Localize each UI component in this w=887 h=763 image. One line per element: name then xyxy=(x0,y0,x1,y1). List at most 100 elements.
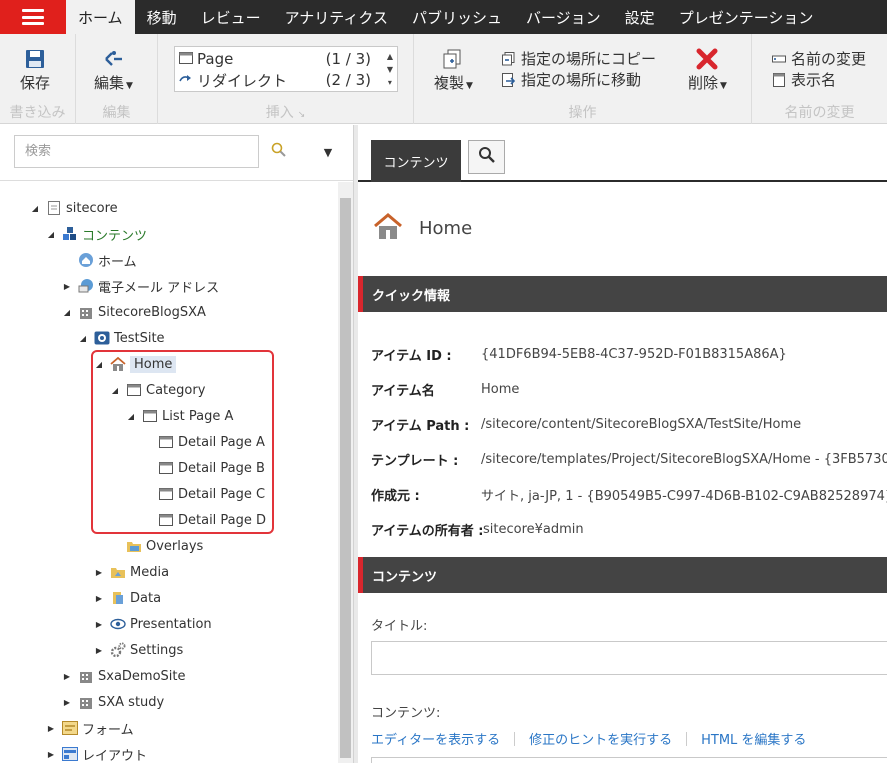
info-row-template: テンプレート : /sitecore/templates/Project/Sit… xyxy=(371,451,887,469)
tab-home[interactable]: ホーム xyxy=(66,0,135,34)
display-name-button[interactable]: 表示名 xyxy=(770,69,836,90)
duplicate-icon xyxy=(442,46,464,72)
quick-info-section-header[interactable]: クイック情報 xyxy=(358,276,887,312)
collapse-toggle[interactable]: ◢ xyxy=(62,308,72,317)
collapse-toggle[interactable]: ◢ xyxy=(94,360,104,369)
delete-x-icon xyxy=(696,46,718,72)
tree-scrollbar-thumb[interactable] xyxy=(340,198,351,758)
title-field-label: タイトル: xyxy=(371,619,428,634)
search-options-dropdown[interactable]: ▼ xyxy=(318,143,338,161)
collapse-toggle[interactable]: ◢ xyxy=(78,334,88,343)
page-icon xyxy=(158,460,174,476)
rename-button[interactable]: 名前の変更 xyxy=(770,48,866,69)
tree-node-sitecoreblogsxa[interactable]: ◢ SitecoreBlogSXA xyxy=(62,302,206,322)
sitecore-item-icon xyxy=(46,200,62,216)
expand-toggle[interactable]: ▶ xyxy=(46,724,56,733)
duplicate-button[interactable]: 複製 ▼ xyxy=(434,46,473,93)
tab-content[interactable]: コンテンツ xyxy=(371,140,461,182)
globe-home-icon xyxy=(78,252,94,268)
move-to-button[interactable]: 指定の場所に移動 xyxy=(500,69,641,90)
tab-versions[interactable]: バージョン xyxy=(514,0,613,34)
save-button[interactable]: 保存 xyxy=(20,46,50,93)
tab-review[interactable]: レビュー xyxy=(189,0,273,34)
editor-search-tab[interactable] xyxy=(468,140,505,174)
expand-toggle[interactable]: ▶ xyxy=(94,646,104,655)
content-section-header[interactable]: コンテンツ xyxy=(358,557,887,593)
chevron-down-icon: ▼ xyxy=(466,81,473,91)
gear-icon xyxy=(110,642,126,658)
expand-toggle[interactable]: ▶ xyxy=(94,620,104,629)
expand-toggle[interactable]: ▶ xyxy=(94,594,104,603)
insert-option-redirect[interactable]: リダイレクト (2 / 3) xyxy=(179,70,371,90)
expand-toggle[interactable]: ▶ xyxy=(62,698,72,707)
top-menubar: ホーム 移動 レビュー アナリティクス パブリッシュ バージョン 設定 プレゼン… xyxy=(0,0,887,34)
collapse-toggle[interactable]: ◢ xyxy=(46,230,56,239)
tree-node-layout[interactable]: ▶ レイアウト xyxy=(46,744,147,763)
expand-corner-icon[interactable]: ↘ xyxy=(298,110,306,120)
tree-node-detail-page-c[interactable]: Detail Page C xyxy=(142,484,265,504)
tree-node-presentation[interactable]: ▶ Presentation xyxy=(94,614,212,634)
form-icon xyxy=(62,720,78,736)
tree-node-content[interactable]: ◢ コンテンツ xyxy=(46,224,147,244)
tree-node-overlays[interactable]: Overlays xyxy=(110,536,203,556)
insert-scroll-arrows[interactable]: ▲ ▼ ▾ xyxy=(387,50,393,89)
insert-option-page[interactable]: Page (1 / 3) xyxy=(179,49,371,69)
expand-toggle[interactable]: ▶ xyxy=(94,568,104,577)
edit-button[interactable]: 編集 ▼ xyxy=(94,46,133,93)
tree-node-list-page-a[interactable]: ◢ List Page A xyxy=(126,406,233,426)
item-header: Home xyxy=(373,212,473,243)
tree-scrollbar[interactable] xyxy=(338,182,353,763)
tab-analytics[interactable]: アナリティクス xyxy=(273,0,400,34)
tree-node-home-root[interactable]: ホーム xyxy=(62,250,137,270)
content-field-label: コンテンツ: xyxy=(371,706,441,721)
ribbon-group-write: 保存 書き込み xyxy=(0,34,76,124)
collapse-toggle[interactable]: ◢ xyxy=(30,204,40,213)
tree-node-category[interactable]: ◢ Category xyxy=(110,380,205,400)
tab-publish[interactable]: パブリッシュ xyxy=(400,0,514,34)
tree-node-sxademosite[interactable]: ▶ SxaDemoSite xyxy=(62,666,186,686)
expand-toggle[interactable]: ▶ xyxy=(62,282,72,291)
show-editor-link[interactable]: エディターを表示する xyxy=(371,729,500,748)
tree-node-media[interactable]: ▶ Media xyxy=(94,562,169,582)
search-icon xyxy=(478,146,496,168)
eye-icon xyxy=(110,616,126,632)
tree-node-settings[interactable]: ▶ Settings xyxy=(94,640,183,660)
collapse-toggle[interactable]: ◢ xyxy=(126,412,136,421)
tree-node-forms[interactable]: ▶ フォーム xyxy=(46,718,134,738)
tab-presentation[interactable]: プレゼンテーション xyxy=(667,0,826,34)
search-icon xyxy=(271,142,287,162)
tree-node-home[interactable]: ◢ Home xyxy=(94,354,177,374)
home-icon xyxy=(110,356,126,372)
edit-icon xyxy=(102,46,124,72)
tree-node-testsite[interactable]: ◢ TestSite xyxy=(78,328,165,348)
insert-options-list[interactable]: Page (1 / 3) リダイレクト (2 / 3) ▲ ▼ ▾ xyxy=(174,46,398,92)
content-field-input[interactable] xyxy=(371,757,887,763)
tab-settings[interactable]: 設定 xyxy=(613,0,667,34)
tree-node-email[interactable]: ▶ 電子メール アドレス xyxy=(62,276,219,296)
info-row-item-name: アイテム名 Home xyxy=(371,381,520,399)
rich-text-actions: エディターを表示する 修正のヒントを実行する HTML を編集する xyxy=(371,729,806,748)
tab-navigate[interactable]: 移動 xyxy=(135,0,189,34)
tree-node-detail-page-a[interactable]: Detail Page A xyxy=(142,432,265,452)
ribbon-group-edit: 編集 ▼ 編集 xyxy=(76,34,158,124)
title-field-input[interactable] xyxy=(371,641,887,675)
delete-button[interactable]: 削除 ▼ xyxy=(688,46,727,93)
tree-node-detail-page-b[interactable]: Detail Page B xyxy=(142,458,265,478)
edit-html-link[interactable]: HTML を編集する xyxy=(701,729,806,748)
tree-node-sitecore[interactable]: ◢ sitecore xyxy=(30,198,118,218)
copy-to-button[interactable]: 指定の場所にコピー xyxy=(500,48,656,69)
expand-toggle[interactable]: ▶ xyxy=(46,750,56,759)
tree-node-data[interactable]: ▶ Data xyxy=(94,588,161,608)
suggest-fix-link[interactable]: 修正のヒントを実行する xyxy=(529,729,672,748)
hamburger-menu-button[interactable] xyxy=(0,0,66,34)
search-button[interactable] xyxy=(266,139,292,165)
content-editor-panel: コンテンツ Home クイック情報 アイテム ID : {41DF6B94-5E… xyxy=(358,125,887,763)
display-name-icon xyxy=(770,72,788,87)
expand-toggle[interactable]: ▶ xyxy=(62,672,72,681)
item-title: Home xyxy=(419,217,473,239)
tree-node-detail-page-d[interactable]: Detail Page D xyxy=(142,510,266,530)
collapse-toggle[interactable]: ◢ xyxy=(110,386,120,395)
tree-search-input[interactable] xyxy=(14,135,259,168)
tree-node-sxa-study[interactable]: ▶ SXA study xyxy=(62,692,164,712)
page-icon xyxy=(126,382,142,398)
